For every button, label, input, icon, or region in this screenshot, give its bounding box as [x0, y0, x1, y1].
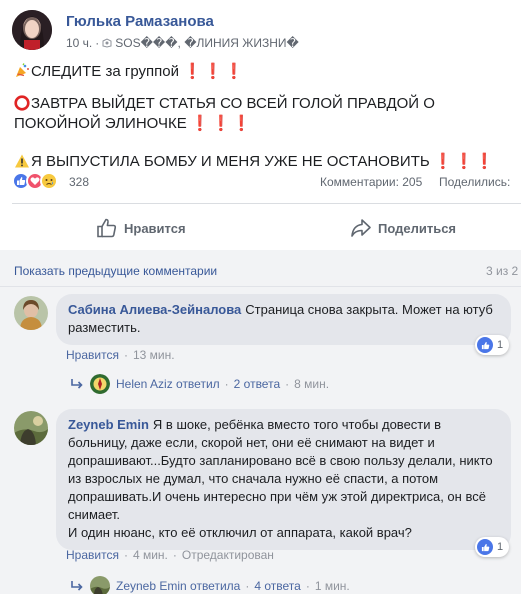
comment-1-like-badge[interactable]: 1 — [475, 335, 510, 355]
reply-2-author[interactable]: Zeyneb Emin ответила — [116, 579, 240, 593]
comment-1-bubble: Сабина Алиева-Зейналова Страница снова за… — [56, 294, 511, 345]
like-button[interactable]: Нравится — [96, 216, 186, 240]
post-line-1-marks: ❗❗❗ — [183, 63, 246, 80]
post-author-name[interactable]: Гюлька Рамазанова — [66, 13, 214, 30]
reply-1-count[interactable]: 2 ответа — [234, 377, 280, 391]
like-badge-icon — [477, 539, 493, 555]
thumbs-up-icon — [97, 218, 117, 238]
like-button-label: Нравится — [124, 220, 186, 236]
comment-2-avatar[interactable] — [14, 411, 48, 445]
post-groups[interactable]: SOS���, �ЛИНИЯ ЖИЗНИ� — [115, 36, 299, 50]
author-avatar[interactable] — [12, 10, 52, 50]
comment-2-replies[interactable]: Zeyneb Emin ответила · 4 ответа · 1 мин. — [70, 576, 350, 594]
comment-1-avatar[interactable] — [14, 296, 48, 330]
warning-icon — [15, 154, 29, 168]
post-line-3: Я ВЫПУСТИЛА БОМБУ И МЕНЯ УЖЕ НЕ ОСТАНОВИ… — [14, 152, 514, 172]
post-meta: 10 ч. · SOS���, �ЛИНИЯ ЖИЗНИ� — [66, 36, 299, 50]
party-popper-icon — [16, 63, 29, 77]
comment-2-like-badge[interactable]: 1 — [475, 537, 510, 557]
comment-2-text: Я в шоке, ребёнка вместо того чтобы дове… — [68, 417, 493, 540]
group-icon — [102, 38, 112, 48]
comment-2-bubble: Zeyneb Emin Я в шоке, ребёнка вместо того… — [56, 409, 511, 550]
like-badge-icon — [477, 337, 493, 353]
reply-2-avatar — [90, 576, 110, 594]
comments-pager: 3 из 2 — [486, 264, 519, 278]
comment-1-author[interactable]: Сабина Алиева-Зейналова — [68, 302, 241, 317]
reaction-icons[interactable] — [12, 172, 58, 190]
divider-comments — [0, 286, 521, 287]
post-line-1-text: СЛЕДИТЕ за группой — [31, 63, 179, 80]
reply-arrow-icon — [71, 379, 83, 389]
divider-top — [12, 203, 521, 204]
comment-2-like-link[interactable]: Нравится — [66, 548, 119, 562]
post-line-2-marks: ❗❗❗ — [190, 115, 253, 132]
comment-1-like-link[interactable]: Нравится — [66, 348, 119, 362]
reply-2-count[interactable]: 4 ответа — [254, 579, 300, 593]
comment-1-actions: Нравится · 13 мин. — [66, 348, 175, 362]
comments-count[interactable]: Комментарии: 205 — [320, 175, 422, 189]
reactions-summary: 328 Комментарии: 205 Поделились: — [12, 172, 521, 192]
comment-2-actions: Нравится · 4 мин. · Отредактирован — [66, 548, 274, 562]
comment-2-time[interactable]: 4 мин. — [133, 548, 168, 562]
comment-1-time[interactable]: 13 мин. — [133, 348, 175, 362]
reply-1-time: 8 мин. — [294, 377, 330, 391]
comment-2-like-count: 1 — [497, 541, 504, 553]
post-line-1: СЛЕДИТЕ за группой ❗❗❗ — [14, 62, 514, 82]
post-line-3-text: Я ВЫПУСТИЛА БОМБУ И МЕНЯ УЖЕ НЕ ОСТАНОВИ… — [31, 153, 430, 170]
post-line-2: ЗАВТРА ВЫЙДЕТ СТАТЬЯ СО ВСЕЙ ГОЛОЙ ПРАВД… — [14, 94, 514, 134]
comment-1-like-count: 1 — [497, 339, 504, 351]
post-line-3-marks: ❗❗❗ — [433, 153, 496, 170]
reactions-count[interactable]: 328 — [69, 175, 89, 189]
post-time[interactable]: 10 ч. — [66, 36, 92, 50]
show-previous-comments-link[interactable]: Показать предыдущие комментарии — [14, 264, 217, 278]
red-circle-icon — [14, 95, 30, 111]
reply-arrow-icon — [71, 581, 83, 591]
comment-2-edited[interactable]: Отредактирован — [182, 548, 274, 562]
meta-separator: · — [95, 36, 100, 50]
reply-2-time: 1 мин. — [314, 579, 350, 593]
post-body: СЛЕДИТЕ за группой ❗❗❗ ЗАВТРА ВЫЙДЕТ СТА… — [14, 62, 514, 190]
reply-1-avatar — [90, 374, 110, 394]
comment-2-author[interactable]: Zeyneb Emin — [68, 417, 149, 432]
facebook-post: Гюлька Рамазанова 10 ч. · SOS���, �ЛИНИЯ… — [0, 0, 521, 594]
share-button[interactable]: Поделиться — [350, 216, 456, 240]
share-button-label: Поделиться — [378, 220, 457, 236]
sad-reaction-icon — [40, 172, 58, 190]
shares-count[interactable]: Поделились: — [439, 175, 510, 189]
comment-1-replies[interactable]: Helen Aziz ответил · 2 ответа · 8 мин. — [70, 374, 329, 394]
share-arrow-icon — [351, 219, 371, 237]
reply-1-author[interactable]: Helen Aziz ответил — [116, 377, 220, 391]
